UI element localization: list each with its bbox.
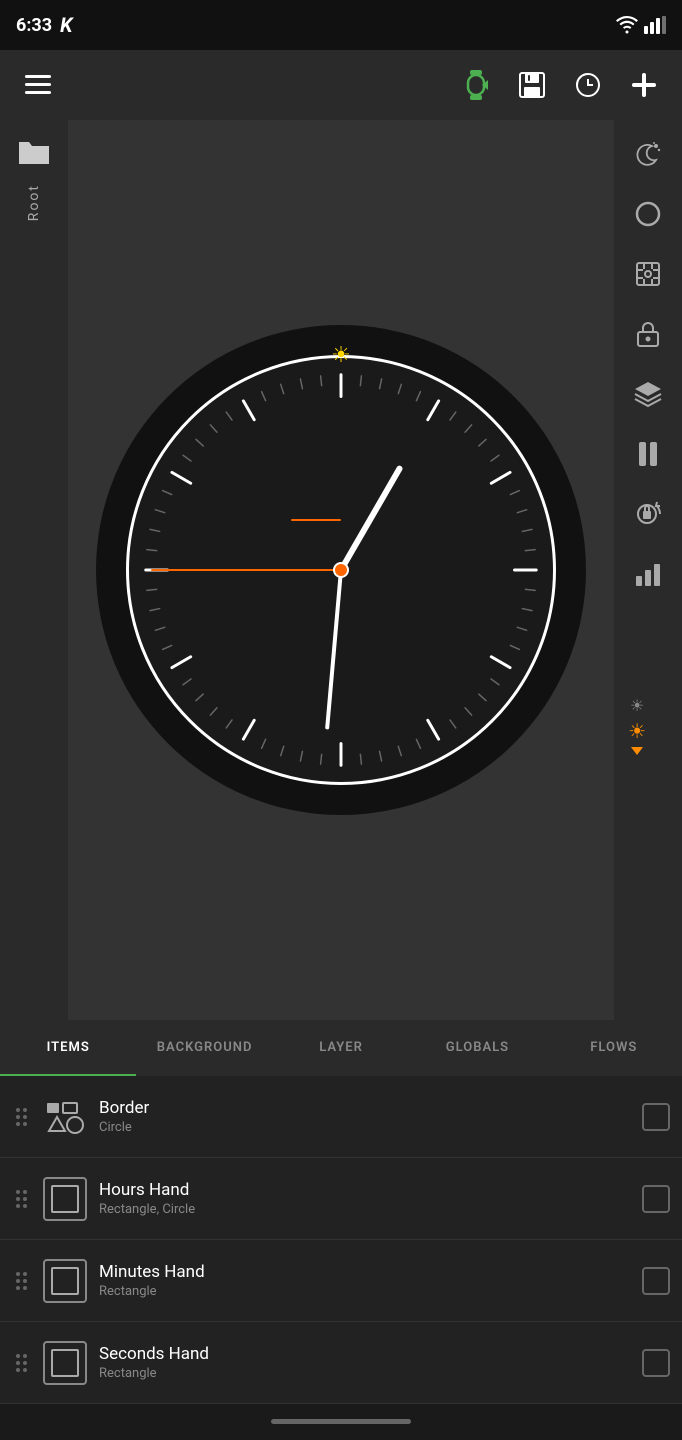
status-left: 6:33 K [16, 13, 72, 37]
hours-hand-icon [43, 1177, 87, 1221]
rotation-lock-icon[interactable] [626, 492, 670, 536]
brightness-icons: ☀ ☀ [628, 696, 646, 755]
lock-icon[interactable] [626, 312, 670, 356]
tabs-bar: ITEMS BACKGROUND LAYER GLOBALS FLOWS [0, 1020, 682, 1076]
tab-globals[interactable]: GLOBALS [409, 1020, 545, 1076]
status-right [616, 16, 666, 34]
seconds-hand-icon [43, 1341, 87, 1385]
pause-icon[interactable] [626, 432, 670, 476]
drag-handle-seconds[interactable] [12, 1350, 31, 1376]
toolbar-right [458, 67, 662, 103]
right-sidebar [614, 120, 682, 1020]
drag-handle-hours[interactable] [12, 1186, 31, 1212]
wifi-icon [616, 16, 638, 34]
items-list: Border Circle Hours Hand Rectangle, Circ… [0, 1076, 682, 1404]
border-item-checkbox[interactable] [642, 1103, 670, 1131]
toolbar [0, 50, 682, 120]
hours-hand-name: Hours Hand [99, 1180, 630, 1200]
folder-icon[interactable] [14, 132, 54, 172]
circle-icon[interactable] [626, 192, 670, 236]
tab-items[interactable]: ITEMS [0, 1020, 136, 1076]
menu-button[interactable] [20, 67, 56, 103]
second-hand [151, 569, 341, 571]
border-item-type: Circle [99, 1120, 630, 1135]
clock-outer: ☀ [96, 325, 586, 815]
list-item-hours-hand[interactable]: Hours Hand Rectangle, Circle [0, 1158, 682, 1240]
border-item-icon [43, 1095, 87, 1139]
moon-star-icon[interactable] [626, 132, 670, 176]
minutes-hand-checkbox[interactable] [642, 1267, 670, 1295]
main-area: Root ☀ [0, 120, 682, 1020]
drag-handle-minutes[interactable] [12, 1268, 31, 1294]
canvas-area: ☀ [68, 120, 614, 1020]
border-item-info: Border Circle [99, 1098, 630, 1135]
hours-hand-info: Hours Hand Rectangle, Circle [99, 1180, 630, 1217]
tab-layer[interactable]: LAYER [273, 1020, 409, 1076]
tab-flows[interactable]: FLOWS [546, 1020, 682, 1076]
minutes-hand-info: Minutes Hand Rectangle [99, 1262, 630, 1299]
second-hand-tail [291, 519, 341, 521]
list-item-minutes-hand[interactable]: Minutes Hand Rectangle [0, 1240, 682, 1322]
layers-icon[interactable] [626, 372, 670, 416]
minutes-hand-icon [43, 1259, 87, 1303]
chart-icon[interactable] [626, 552, 670, 596]
k-icon: K [60, 13, 72, 37]
time-display: 6:33 [16, 15, 52, 36]
list-item-seconds-hand[interactable]: Seconds Hand Rectangle [0, 1322, 682, 1404]
toolbar-left [20, 67, 56, 103]
home-indicator [0, 1404, 682, 1438]
list-item-border[interactable]: Border Circle [0, 1076, 682, 1158]
brightness-icon-bright: ☀ [628, 719, 646, 743]
status-bar: 6:33 K [0, 0, 682, 50]
save-button[interactable] [514, 67, 550, 103]
border-item-name: Border [99, 1098, 630, 1118]
clock-face [126, 355, 556, 785]
add-button[interactable] [626, 67, 662, 103]
history-button[interactable] [570, 67, 606, 103]
sun-icon-top: ☀ [331, 343, 351, 368]
hours-hand-type: Rectangle, Circle [99, 1202, 630, 1217]
signal-icon [644, 16, 666, 34]
home-bar [271, 1419, 411, 1424]
tab-background[interactable]: BACKGROUND [136, 1020, 272, 1076]
target-icon[interactable] [626, 252, 670, 296]
seconds-hand-checkbox[interactable] [642, 1349, 670, 1377]
seconds-hand-info: Seconds Hand Rectangle [99, 1344, 630, 1381]
brightness-icon-dim: ☀ [630, 696, 644, 715]
center-dot [333, 562, 349, 578]
seconds-hand-type: Rectangle [99, 1366, 630, 1381]
watch-icon-button[interactable] [458, 67, 494, 103]
drag-handle-border[interactable] [12, 1104, 31, 1130]
hours-hand-checkbox[interactable] [642, 1185, 670, 1213]
brightness-arrow [631, 747, 643, 755]
minutes-hand-name: Minutes Hand [99, 1262, 630, 1282]
minutes-hand-type: Rectangle [99, 1284, 630, 1299]
seconds-hand-name: Seconds Hand [99, 1344, 630, 1364]
left-sidebar: Root [0, 120, 68, 1020]
root-label: Root [26, 184, 42, 221]
